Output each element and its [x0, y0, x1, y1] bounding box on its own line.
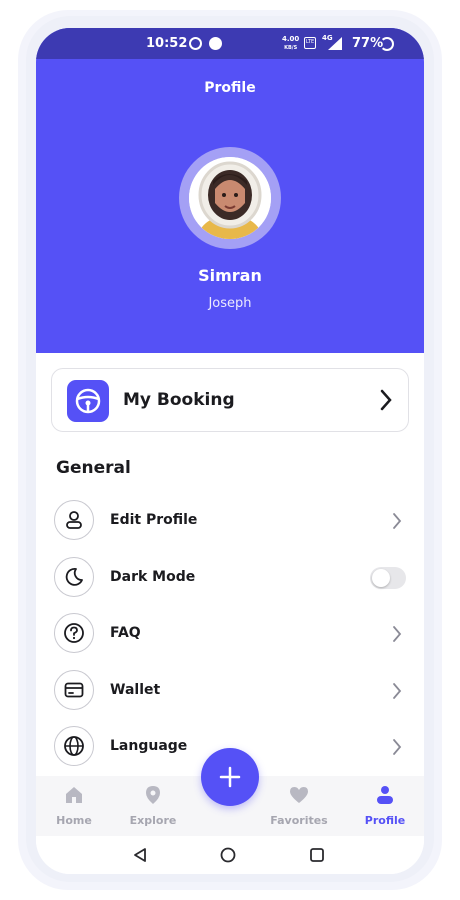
heart-icon	[290, 787, 308, 803]
moon-icon	[54, 557, 94, 597]
user-icon	[54, 500, 94, 540]
chevron-right-icon	[393, 626, 402, 642]
wallet-label: Wallet	[110, 682, 161, 698]
whatsapp-icon	[189, 37, 202, 50]
chevron-right-icon	[393, 513, 402, 529]
nav-explore-label: Explore	[129, 814, 177, 827]
signal-icon	[328, 37, 342, 50]
battery-text: 77%	[352, 36, 384, 51]
dark-mode-toggle[interactable]	[370, 567, 406, 589]
location-pin-icon	[146, 786, 160, 804]
edit-profile-row[interactable]: Edit Profile	[54, 500, 408, 542]
my-booking-card[interactable]: My Booking	[51, 368, 409, 432]
profile-header: 10:52 4.00 KB/S LTE 4G 77% Profile Simra…	[36, 28, 424, 353]
avatar-ring	[179, 147, 281, 249]
astronaut-avatar-icon	[189, 157, 271, 239]
faq-label: FAQ	[110, 625, 141, 641]
status-bar: 10:52 4.00 KB/S LTE 4G 77%	[36, 28, 424, 59]
nav-favorites-label: Favorites	[270, 814, 328, 827]
chevron-right-icon	[393, 683, 402, 699]
globe-icon	[54, 726, 94, 766]
chat-icon	[209, 37, 222, 50]
question-icon	[54, 613, 94, 653]
my-booking-label: My Booking	[123, 390, 235, 410]
lte-icon: LTE	[304, 37, 316, 49]
wallet-icon	[54, 670, 94, 710]
general-heading: General	[56, 458, 131, 478]
chevron-right-icon	[393, 739, 402, 755]
avatar[interactable]	[189, 157, 271, 239]
back-triangle-icon[interactable]	[132, 847, 148, 863]
home-circle-icon[interactable]	[220, 847, 236, 863]
steering-wheel-icon	[67, 380, 109, 422]
recents-square-icon[interactable]	[309, 847, 325, 863]
plus-icon	[219, 766, 241, 788]
nav-explore[interactable]: Explore	[115, 776, 191, 836]
battery-icon	[380, 37, 394, 51]
profile-name: Simran	[198, 266, 262, 285]
dark-mode-row: Dark Mode	[54, 557, 408, 599]
chevron-right-icon	[380, 389, 392, 411]
add-button[interactable]	[201, 748, 259, 806]
toggle-knob	[372, 569, 390, 587]
person-icon	[377, 786, 393, 804]
nav-favorites[interactable]: Favorites	[261, 776, 337, 836]
page-title: Profile	[204, 80, 256, 96]
net-speed: 4.00 KB/S	[282, 35, 300, 51]
screen: 10:52 4.00 KB/S LTE 4G 77% Profile Simra…	[36, 28, 424, 874]
nav-profile-label: Profile	[364, 814, 406, 827]
nav-profile[interactable]: Profile	[347, 776, 423, 836]
dark-mode-label: Dark Mode	[110, 569, 196, 585]
nav-home-label: Home	[56, 814, 92, 827]
system-nav-bar	[36, 836, 424, 874]
status-time: 10:52	[146, 36, 188, 51]
home-icon	[66, 787, 82, 803]
wallet-row[interactable]: Wallet	[54, 670, 408, 712]
language-label: Language	[110, 738, 188, 754]
profile-subtitle: Joseph	[208, 296, 252, 311]
edit-profile-label: Edit Profile	[110, 512, 198, 528]
nav-home[interactable]: Home	[36, 776, 112, 836]
faq-row[interactable]: FAQ	[54, 613, 408, 655]
